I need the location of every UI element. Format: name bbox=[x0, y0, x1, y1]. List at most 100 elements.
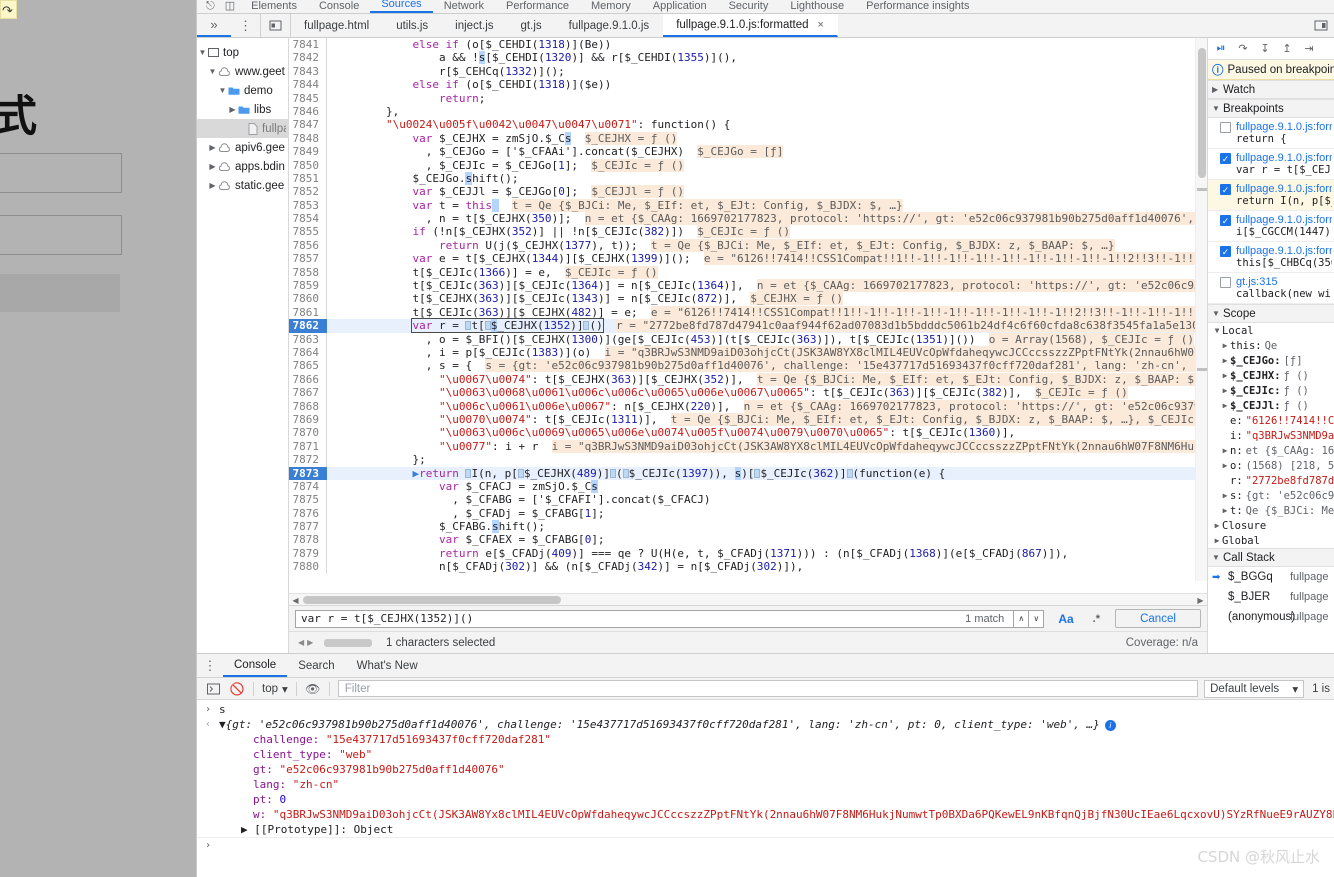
file-tab-fullpage-html[interactable]: fullpage.html bbox=[291, 14, 383, 37]
code-text[interactable]: t[$_CEJIc(363)][$_CEJIc(1364)] = n[$_CEJ… bbox=[327, 279, 1195, 293]
tab-performance-insights[interactable]: Performance insights bbox=[855, 0, 980, 13]
clear-console-icon[interactable]: 🚫 bbox=[225, 679, 249, 699]
code-text[interactable]: a && !s[$_CEHDI(1320)] && r[$_CEHDI(1355… bbox=[327, 51, 1195, 65]
code-line[interactable]: 7871 "\u0077": i + r i = "q3BRJwS3NMD9ai… bbox=[289, 439, 1195, 454]
code-text[interactable]: r[$_CEHCq(1332)](); bbox=[327, 65, 1195, 78]
code-line[interactable]: 7860 t[$_CEJHX(363)][$_CEJIc(1343)] = n[… bbox=[289, 292, 1195, 306]
scope-section-header[interactable]: ▼ Scope bbox=[1208, 304, 1334, 323]
code-text[interactable]: t[$_CEJIc(363)][$_CEJHX(482)] = e; e = "… bbox=[327, 305, 1195, 319]
line-number[interactable]: 7849 bbox=[289, 145, 327, 159]
breakpoint-checkbox[interactable] bbox=[1220, 277, 1231, 288]
code-text[interactable]: , o = $_BFI()[$_CEJHX(1300)](ge[$_CEJIc(… bbox=[327, 332, 1195, 346]
code-line[interactable]: 7874 var $_CFACJ = zmSjO.$_Cs bbox=[289, 479, 1195, 494]
console-log-levels-select[interactable]: Default levels ▾ bbox=[1204, 679, 1305, 698]
chevron-down-icon[interactable]: ▼ bbox=[1212, 104, 1223, 113]
code-text[interactable]: "\u0067\u0074": t[$_CEJHX(363)][$_CEJHX(… bbox=[327, 372, 1195, 386]
breakpoint-checkbox[interactable]: ✓ bbox=[1220, 184, 1231, 195]
line-number[interactable]: 7870 bbox=[289, 426, 327, 440]
issues-counter[interactable]: 1 is bbox=[1312, 683, 1330, 695]
line-number[interactable]: 7864 bbox=[289, 345, 327, 360]
tabs-overflow-icon[interactable] bbox=[1308, 14, 1334, 37]
line-number[interactable]: 7867 bbox=[289, 386, 327, 400]
breakpoint-location[interactable]: gt.js:315 bbox=[1236, 276, 1278, 288]
regex-toggle[interactable]: .* bbox=[1088, 613, 1105, 625]
info-icon[interactable]: i bbox=[1104, 720, 1116, 731]
code-line[interactable]: 7858 t[$_CEJIc(1366)] = e, $_CEJIc = ƒ (… bbox=[289, 265, 1195, 280]
code-line[interactable]: 7870 "\u0063\u006c\u0069\u0065\u006e\u00… bbox=[289, 426, 1195, 440]
code-text[interactable]: $_CEJGo.shift(); bbox=[327, 171, 1195, 185]
code-line[interactable]: 7841 else if (o[$_CEHDI(1318)](Be)) bbox=[289, 38, 1195, 52]
code-line[interactable]: 7853 var t = this t = Qe {$_BJCi: Me, $_… bbox=[289, 198, 1195, 213]
line-number[interactable]: 7848 bbox=[289, 131, 327, 146]
chevron-right-icon[interactable]: ▶ bbox=[1220, 491, 1230, 500]
breakpoint-item[interactable]: ✓ fullpage.9.1.0.js:form var r = t[$_CEJ bbox=[1208, 149, 1334, 180]
code-text[interactable]: "\u0077": i + r i = "q3BRJwS3NMD9aiD03oh… bbox=[327, 439, 1195, 453]
scope-variable[interactable]: ▶ Global bbox=[1208, 533, 1334, 548]
scope-variable[interactable]: ▼ Local bbox=[1208, 323, 1334, 338]
line-number[interactable]: 7865 bbox=[289, 359, 327, 373]
code-text[interactable]: else if (o[$_CEHDI(1318)](Be)) bbox=[327, 38, 1195, 51]
file-tab-utils-js[interactable]: utils.js bbox=[383, 14, 442, 37]
tab-sources[interactable]: Sources bbox=[370, 0, 433, 13]
line-number[interactable]: 7855 bbox=[289, 225, 327, 239]
code-text[interactable]: "\u0063\u006c\u0069\u0065\u006e\u0074\u0… bbox=[327, 426, 1195, 439]
code-text[interactable]: , $_CFADj = $_CFABG[1]; bbox=[327, 507, 1195, 520]
devtools-main-tabs[interactable]: ⎋ ◫ Elements Console Sources Network Per… bbox=[197, 0, 1334, 14]
code-line[interactable]: 7873 ▶return I(n, p[$_CEJHX(489)]($_CEJI… bbox=[289, 466, 1195, 480]
tree-item-libs[interactable]: ▶ libs bbox=[197, 100, 288, 119]
scope-variable[interactable]: ▶ $_CEJGo: [ƒ] bbox=[1208, 353, 1334, 368]
twisty-icon[interactable]: ▼ bbox=[207, 67, 218, 76]
line-number[interactable]: 7853 bbox=[289, 198, 327, 213]
debugger-toolbar[interactable]: ⏯ ↷ ↧ ↥ ⇥ bbox=[1208, 38, 1334, 60]
tab-performance[interactable]: Performance bbox=[495, 0, 580, 13]
code-line[interactable]: 7879 return e[$_CFADj(409)] === qe ? U(H… bbox=[289, 546, 1195, 561]
tree-item-www-geet[interactable]: ▼ www.geet bbox=[197, 62, 288, 81]
line-number[interactable]: 7863 bbox=[289, 332, 327, 346]
step-over-icon[interactable]: ↷ bbox=[1232, 39, 1254, 59]
line-number[interactable]: 7847 bbox=[289, 118, 327, 132]
line-number[interactable]: 7860 bbox=[289, 292, 327, 306]
chevron-down-icon[interactable]: ▼ bbox=[1212, 553, 1223, 562]
file-tab-gt-js[interactable]: gt.js bbox=[508, 14, 556, 37]
tree-item-fullpage-selected[interactable]: fullpa bbox=[197, 119, 288, 138]
code-text[interactable]: return; bbox=[327, 92, 1195, 105]
line-number[interactable]: 7868 bbox=[289, 399, 327, 413]
drawer-tab-console[interactable]: Console bbox=[223, 654, 288, 677]
chevron-right-icon[interactable]: ▶ bbox=[1212, 536, 1222, 545]
breakpoint-checkbox[interactable]: ✓ bbox=[1220, 215, 1231, 226]
code-line[interactable]: 7880 n[$_CFADj(302)] && (n[$_CFADj(342)]… bbox=[289, 560, 1195, 574]
twisty-icon[interactable]: ▼ bbox=[197, 48, 208, 57]
code-line[interactable]: 7849 , $_CEJGo = ['$_CFAAi'].concat($_CE… bbox=[289, 145, 1195, 159]
tree-item-apps-bdin[interactable]: ▶ apps.bdin bbox=[197, 157, 288, 176]
tab-lighthouse[interactable]: Lighthouse bbox=[779, 0, 855, 13]
code-line[interactable]: 7877 $_CFABG.shift(); bbox=[289, 520, 1195, 534]
tree-item-apiv6[interactable]: ▶ apiv6.gee bbox=[197, 138, 288, 157]
code-line[interactable]: 7867 "\u0063\u0068\u0061\u006c\u006c\u00… bbox=[289, 386, 1195, 400]
line-number[interactable]: 7851 bbox=[289, 171, 327, 186]
scope-variable[interactable]: ▶ $_CEJHX: ƒ () bbox=[1208, 368, 1334, 383]
tree-item-top[interactable]: ▼ top bbox=[197, 43, 288, 62]
console-output[interactable]: › s ‹ ▼{gt: 'e52c06c937981b90b275d0aff1d400… bbox=[197, 700, 1334, 877]
line-number[interactable]: 7861 bbox=[289, 305, 327, 320]
navigator-expand-icon[interactable]: » bbox=[197, 14, 231, 37]
line-number[interactable]: 7850 bbox=[289, 158, 327, 172]
code-text[interactable]: if (!n[$_CEJHX(352)] || !n[$_CEJIc(382)]… bbox=[327, 225, 1195, 239]
code-text[interactable]: "\u0063\u0068\u0061\u006c\u006c\u0065\u0… bbox=[327, 386, 1195, 400]
show-navigator-icon[interactable] bbox=[261, 14, 291, 37]
tab-memory[interactable]: Memory bbox=[580, 0, 642, 13]
code-line[interactable]: 7850 , $_CEJIc = $_CEJGo[1]; $_CEJIc = ƒ… bbox=[289, 158, 1195, 172]
code-line[interactable]: 7847 "\u0024\u005f\u0042\u0047\u0047\u00… bbox=[289, 118, 1195, 132]
editor-vertical-scrollbar[interactable] bbox=[1195, 38, 1207, 581]
match-case-toggle[interactable]: Aa bbox=[1053, 612, 1078, 626]
code-line[interactable]: 7855 if (!n[$_CEJHX(352)] || !n[$_CEJIc(… bbox=[289, 225, 1195, 239]
console-filter-input[interactable]: Filter bbox=[337, 680, 1199, 697]
file-tab-fullpage-910-js[interactable]: fullpage.9.1.0.js bbox=[556, 14, 664, 37]
code-line[interactable]: 7872 }; bbox=[289, 453, 1195, 467]
line-number[interactable]: 7866 bbox=[289, 372, 327, 387]
code-text[interactable]: var $_CEJHX = zmSjO.$_Cs $_CEJHX = ƒ () bbox=[327, 131, 1195, 145]
twisty-icon[interactable]: ▶ bbox=[207, 181, 218, 190]
call-stack-frame[interactable]: $_BJER fullpage bbox=[1208, 587, 1334, 607]
page-button[interactable] bbox=[0, 274, 120, 312]
console-context-selector[interactable]: top ▾ bbox=[258, 682, 292, 696]
tab-security[interactable]: Security bbox=[718, 0, 780, 13]
